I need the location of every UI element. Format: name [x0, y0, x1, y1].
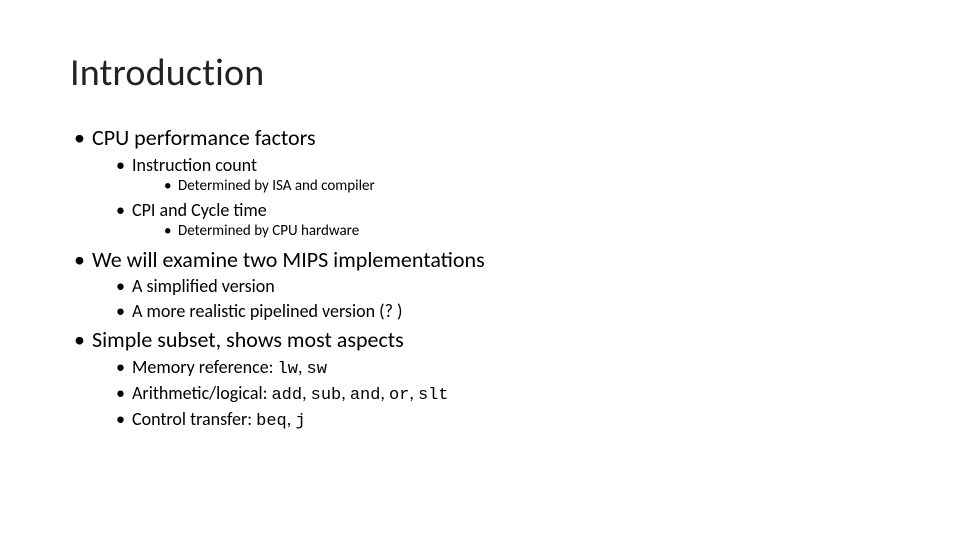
bullet-memory-reference: Memory reference: lw, sw: [110, 356, 890, 380]
sep: ,: [302, 382, 311, 404]
bullet-isa-compiler: Determined by ISA and compiler: [156, 177, 890, 197]
bullet-instruction-count: Instruction count Determined by ISA and …: [110, 154, 890, 197]
label: Memory reference:: [132, 356, 278, 378]
code: lw: [278, 360, 298, 379]
sep: ,: [380, 382, 389, 404]
bullet-arithmetic-logical: Arithmetic/logical: add, sub, and, or, s…: [110, 382, 890, 406]
bullet-pipelined-version: A more realistic pipelined version (? ): [110, 300, 890, 323]
code: sw: [307, 360, 327, 379]
bullet-cpi-cycle: CPI and Cycle time Determined by CPU har…: [110, 199, 890, 242]
bullet-list: CPU performance factors Instruction coun…: [70, 124, 890, 432]
code: slt: [418, 386, 449, 405]
bullet-cpu-performance: CPU performance factors Instruction coun…: [70, 124, 890, 242]
bullet-mips-implementations: We will examine two MIPS implementations…: [70, 246, 890, 323]
slide-title: Introduction: [70, 50, 890, 96]
code: and: [350, 386, 381, 405]
code: add: [271, 386, 302, 405]
sep: ,: [341, 382, 350, 404]
bullet-control-transfer: Control transfer: beq, j: [110, 408, 890, 432]
code: j: [295, 412, 305, 431]
bullet-text: Instruction count: [132, 154, 257, 176]
label: Arithmetic/logical:: [132, 382, 271, 404]
bullet-simplified-version: A simplified version: [110, 275, 890, 298]
sep: ,: [298, 356, 307, 378]
code: sub: [311, 386, 342, 405]
bullet-text: CPU performance factors: [92, 124, 316, 151]
sep: ,: [409, 382, 418, 404]
bullet-simple-subset: Simple subset, shows most aspects Memory…: [70, 326, 890, 432]
bullet-text: CPI and Cycle time: [132, 199, 267, 221]
code: beq: [256, 412, 287, 431]
bullet-text: We will examine two MIPS implementations: [92, 246, 485, 273]
label: Control transfer:: [132, 408, 256, 430]
slide: Introduction CPU performance factors Ins…: [0, 0, 960, 464]
bullet-cpu-hardware: Determined by CPU hardware: [156, 222, 890, 242]
code: or: [389, 386, 409, 405]
bullet-text: Simple subset, shows most aspects: [92, 326, 404, 353]
